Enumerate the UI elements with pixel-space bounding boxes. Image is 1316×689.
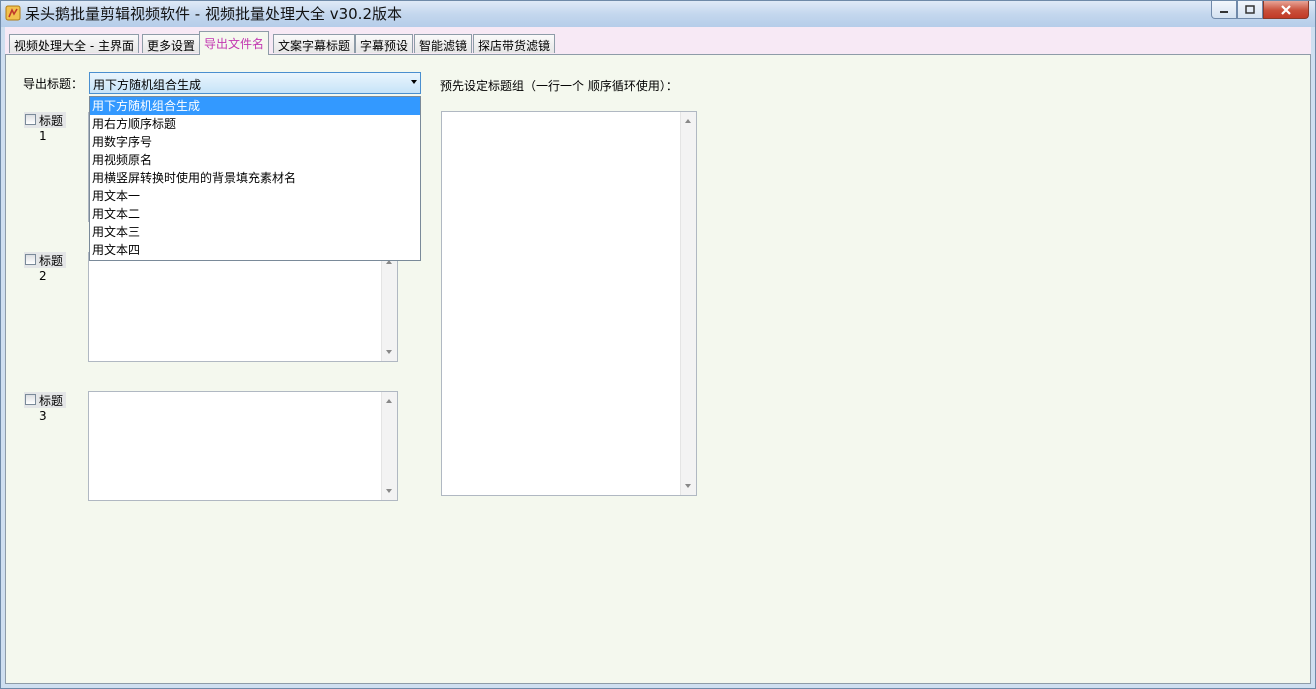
- tab-strip: 视频处理大全 - 主界面 更多设置 导出文件名 文案字幕标题 字幕预设 智能滤镜…: [5, 27, 1311, 55]
- option-text-four[interactable]: 用文本四: [90, 241, 420, 259]
- tab-copy-subtitle-title[interactable]: 文案字幕标题: [273, 34, 356, 53]
- tab-label: 智能滤镜: [419, 39, 468, 53]
- option-number-sequence[interactable]: 用数字序号: [90, 133, 420, 151]
- export-title-options: 用下方随机组合生成 用右方顺序标题 用数字序号 用视频原名 用横竖屏转换时使用的…: [89, 96, 421, 261]
- preset-group-scrollbar[interactable]: [680, 112, 696, 495]
- scroll-down-icon[interactable]: [685, 484, 691, 488]
- minimize-button[interactable]: [1211, 1, 1237, 19]
- title1-label: 标题1: [39, 114, 64, 143]
- tab-store-filter[interactable]: 探店带货滤镜: [473, 34, 556, 53]
- tab-main[interactable]: 视频处理大全 - 主界面: [9, 34, 139, 53]
- checkbox-box[interactable]: [25, 254, 36, 265]
- option-right-sequence[interactable]: 用右方顺序标题: [90, 115, 420, 133]
- title-bar[interactable]: 呆头鹅批量剪辑视频软件 - 视频批量处理大全 v30.2版本: [1, 1, 1315, 27]
- export-title-select[interactable]: 用下方随机组合生成: [89, 72, 421, 94]
- title3-label: 标题3: [39, 394, 64, 423]
- goose-app-icon: [5, 5, 21, 21]
- option-text-one[interactable]: 用文本一: [90, 187, 420, 205]
- checkbox-box[interactable]: [25, 394, 36, 405]
- option-original-name[interactable]: 用视频原名: [90, 151, 420, 169]
- title3-textarea[interactable]: [88, 391, 398, 501]
- scroll-down-icon[interactable]: [386, 489, 392, 493]
- tab-label: 文案字幕标题: [278, 39, 351, 53]
- option-random-combo[interactable]: 用下方随机组合生成: [90, 97, 420, 115]
- tab-subtitle-preset[interactable]: 字幕预设: [355, 34, 414, 53]
- dropdown-arrow-icon: [411, 80, 417, 84]
- scroll-up-icon[interactable]: [685, 119, 691, 123]
- tab-more-settings[interactable]: 更多设置: [142, 34, 201, 53]
- checkbox-box[interactable]: [25, 114, 36, 125]
- maximize-button[interactable]: [1237, 1, 1263, 19]
- client-area: 视频处理大全 - 主界面 更多设置 导出文件名 文案字幕标题 字幕预设 智能滤镜…: [5, 27, 1311, 684]
- title1-checkbox[interactable]: 标题1: [24, 112, 66, 143]
- window-title: 呆头鹅批量剪辑视频软件 - 视频批量处理大全 v30.2版本: [25, 5, 402, 23]
- preset-group-textarea[interactable]: [441, 111, 697, 496]
- maximize-icon: [1245, 5, 1255, 14]
- app-window: 呆头鹅批量剪辑视频软件 - 视频批量处理大全 v30.2版本 视频处理大全 - …: [0, 0, 1316, 689]
- scroll-down-icon[interactable]: [386, 350, 392, 354]
- tab-label: 字幕预设: [360, 39, 409, 53]
- export-filename-panel: 导出标题： 用下方随机组合生成 标题1 标题2 标题3 预先设定标题组（一行一个…: [5, 54, 1311, 684]
- preset-group-label: 预先设定标题组（一行一个 顺序循环使用）：: [440, 79, 678, 93]
- tab-label: 视频处理大全 - 主界面: [14, 39, 134, 53]
- option-text-three[interactable]: 用文本三: [90, 223, 420, 241]
- export-title-label: 导出标题：: [23, 77, 84, 91]
- title2-scrollbar[interactable]: [381, 253, 397, 361]
- export-title-value: 用下方随机组合生成: [93, 78, 202, 92]
- title2-checkbox[interactable]: 标题2: [24, 252, 66, 283]
- title3-scrollbar[interactable]: [381, 392, 397, 500]
- close-icon: [1281, 4, 1291, 15]
- tab-label: 更多设置: [147, 39, 196, 53]
- option-background-material-name[interactable]: 用横竖屏转换时使用的背景填充素材名: [90, 169, 420, 187]
- scroll-up-icon[interactable]: [386, 399, 392, 403]
- title2-textarea[interactable]: [88, 252, 398, 362]
- tab-export-filename[interactable]: 导出文件名: [199, 31, 270, 55]
- option-text-two[interactable]: 用文本二: [90, 205, 420, 223]
- close-button[interactable]: [1263, 1, 1309, 19]
- tab-label: 导出文件名: [204, 37, 265, 51]
- minimize-icon: [1220, 10, 1228, 13]
- tab-smart-filter[interactable]: 智能滤镜: [414, 34, 473, 53]
- title3-checkbox[interactable]: 标题3: [24, 392, 66, 423]
- tab-label: 探店带货滤镜: [478, 39, 551, 53]
- title2-label: 标题2: [39, 254, 64, 283]
